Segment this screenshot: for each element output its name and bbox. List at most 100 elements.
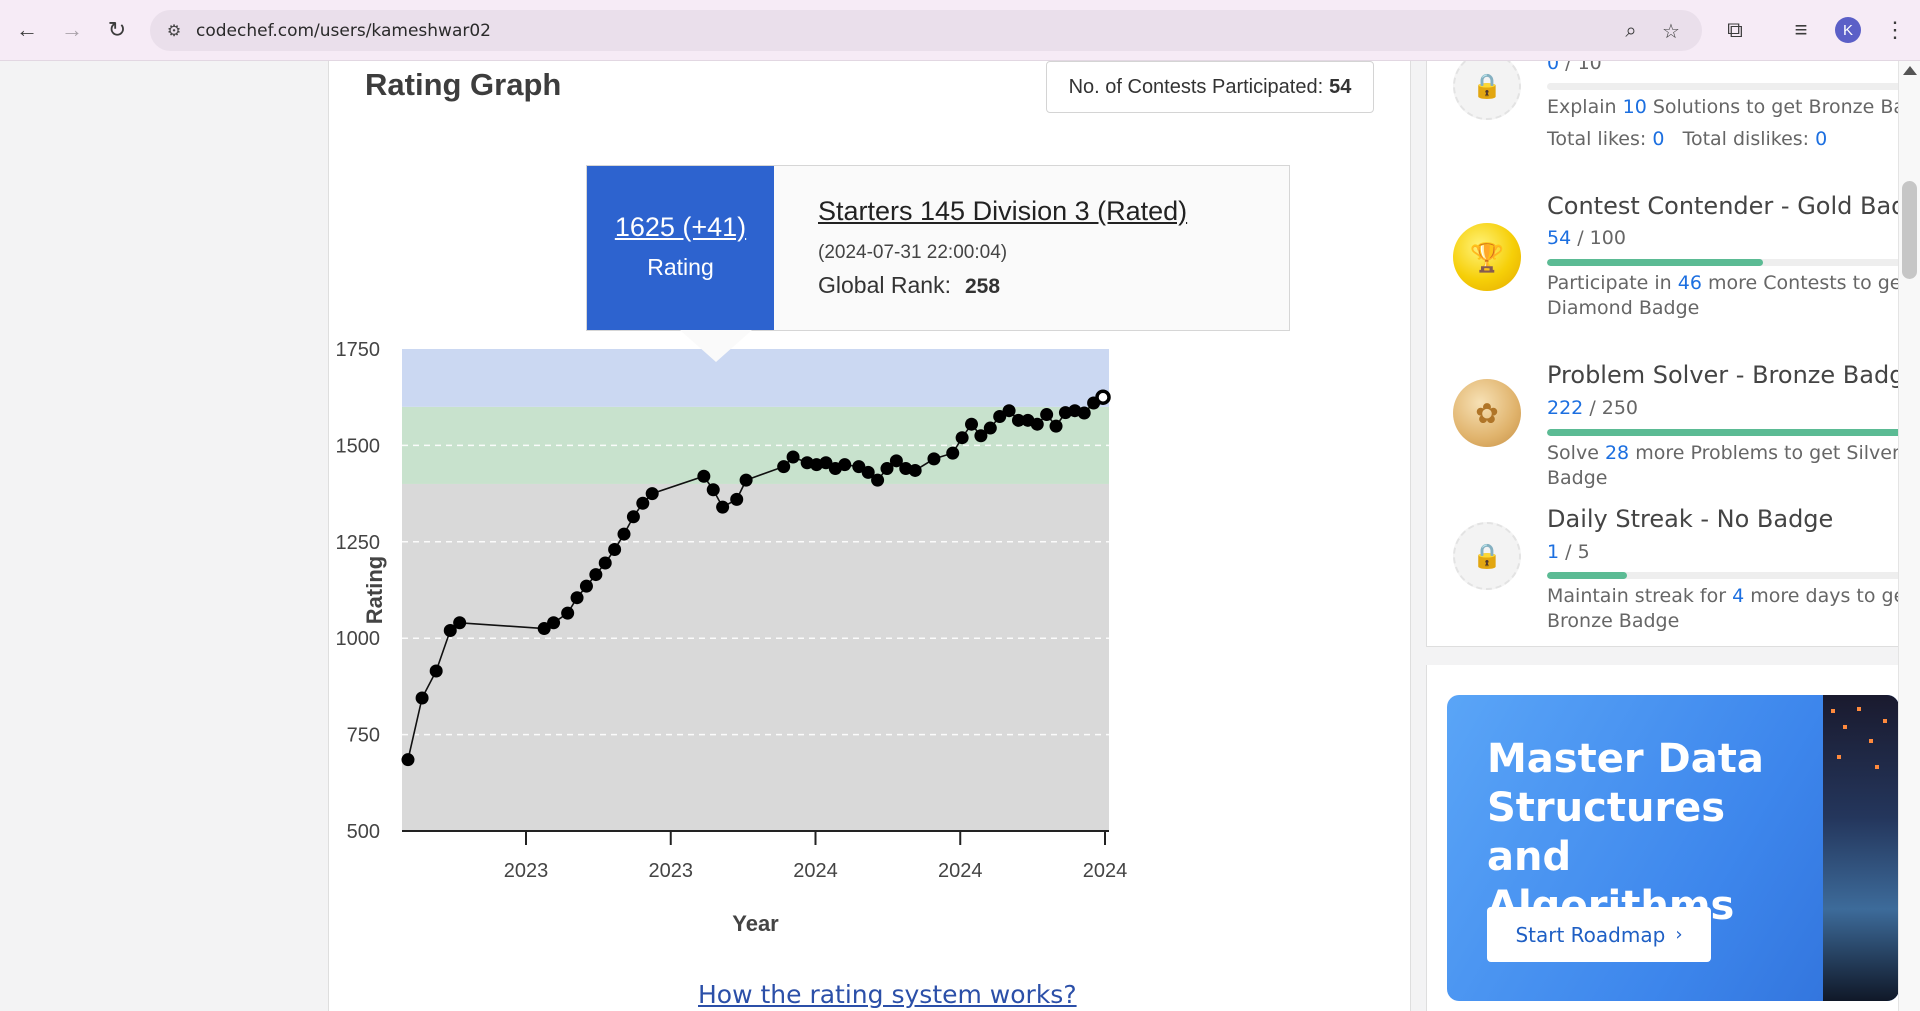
y-tick-label: 500: [347, 821, 380, 843]
rating-point: [570, 591, 584, 605]
badge-description: Explain 10 Solutions to get Bronze Badge: [1547, 96, 1920, 118]
y-tick-label: 1250: [336, 532, 381, 554]
badge-description: Maintain streak for 4 more days to get B…: [1547, 585, 1913, 632]
badge-progress-bar: [1547, 259, 1920, 266]
y-axis-label: Rating: [362, 556, 387, 624]
rating-point: [645, 487, 659, 501]
tooltip-global-rank: Global Rank: 258: [818, 272, 1000, 299]
badge-progress-bar: [1547, 83, 1920, 90]
rating-point: [617, 527, 631, 541]
rating-point: [946, 446, 960, 460]
browser-toolbar: ← → ↻ ⚙ codechef.com/users/kameshwar02 ⌕…: [0, 0, 1920, 61]
rating-point: [706, 483, 720, 497]
forward-arrow-icon[interactable]: →: [57, 15, 87, 45]
rating-point: [401, 753, 415, 767]
badge-progress-bar: [1547, 429, 1920, 436]
y-tick-label: 1500: [336, 435, 381, 457]
rating-point: [1002, 404, 1016, 418]
profile-avatar[interactable]: K: [1835, 17, 1861, 43]
gold-trophy-icon: 🏆: [1453, 223, 1521, 291]
y-tick-label: 1000: [336, 628, 381, 650]
rating-point: [716, 500, 730, 514]
badge-progress-fill: [1547, 429, 1903, 436]
badge-progress: 1 / 5: [1547, 541, 1590, 563]
x-axis-label: Year: [732, 911, 779, 936]
kebab-menu-icon[interactable]: ⋮: [1880, 15, 1910, 45]
lock-icon: 🔒: [1453, 61, 1521, 120]
x-tick-label: 2023: [649, 860, 694, 882]
start-roadmap-button[interactable]: Start Roadmap ›: [1487, 907, 1711, 962]
selected-rating-point: [1095, 389, 1111, 405]
rating-point: [838, 458, 852, 472]
badge-title: Daily Streak - No Badge: [1547, 505, 1834, 533]
rating-point: [626, 510, 640, 524]
x-tick-label: 2024: [938, 860, 983, 882]
rating-point: [955, 431, 969, 445]
x-tick-label: 2024: [1083, 860, 1128, 882]
badge-progress-fill: [1547, 259, 1763, 266]
scroll-up-arrow-icon[interactable]: [1903, 66, 1917, 75]
tooltip-datetime: (2024-07-31 22:00:04): [818, 242, 1008, 263]
likes-summary: Total likes: 0 Total dislikes: 0: [1547, 128, 1828, 150]
badge-progress-fill: [1547, 572, 1627, 579]
badge-progress: 222 / 250: [1547, 397, 1639, 419]
rating-point: [608, 543, 622, 557]
rating-system-link[interactable]: How the rating system works?: [698, 980, 1077, 1009]
media-queue-icon[interactable]: ≡: [1786, 15, 1816, 45]
rating-point: [453, 616, 467, 630]
rating-point: [739, 473, 753, 487]
rating-point: [1049, 419, 1063, 433]
star-icon[interactable]: ☆: [1658, 18, 1684, 44]
back-arrow-icon[interactable]: ←: [12, 15, 42, 45]
rating-point: [730, 492, 744, 506]
rating-band-0: [402, 483, 1109, 831]
rating-graph-card: Rating Graph No. of Contests Participate…: [328, 61, 1411, 1011]
rating-point: [697, 469, 711, 483]
start-roadmap-label: Start Roadmap: [1515, 922, 1666, 947]
badge-progress: 0 / 10: [1547, 61, 1602, 74]
promo-banner[interactable]: Master Data Structures and Algorithms St…: [1447, 695, 1899, 1001]
puzzle-icon[interactable]: ⧉: [1720, 15, 1750, 45]
rating-point: [871, 473, 885, 487]
scrollbar-thumb[interactable]: [1902, 181, 1917, 279]
rating-point: [579, 579, 593, 593]
rating-point: [415, 691, 429, 705]
address-bar[interactable]: ⚙ codechef.com/users/kameshwar02 ⌕ ☆: [150, 10, 1702, 51]
rating-point: [777, 460, 791, 474]
rating-point: [927, 452, 941, 466]
rating-point: [908, 463, 922, 477]
badge-title: Problem Solver - Bronze Badge: [1547, 361, 1920, 389]
tooltip-rating[interactable]: 1625 (+41): [587, 212, 774, 243]
lock-icon: 🔒: [1453, 522, 1521, 590]
badge-title: Contest Contender - Gold Badge: [1547, 192, 1920, 220]
rating-point: [965, 417, 979, 431]
page-scrollbar[interactable]: [1898, 61, 1920, 1011]
rating-point: [547, 616, 561, 630]
tooltip-contest-link[interactable]: Starters 145 Division 3 (Rated): [818, 196, 1187, 227]
chevron-right-icon: ›: [1675, 924, 1683, 945]
y-tick-label: 1750: [336, 339, 381, 361]
tooltip-rating-label: Rating: [647, 254, 714, 280]
promo-card: Master Data Structures and Algorithms St…: [1426, 665, 1899, 1011]
rating-point: [786, 450, 800, 464]
x-tick-label: 2023: [504, 860, 549, 882]
contest-tooltip: 1625 (+41) Rating Starters 145 Division …: [586, 165, 1290, 331]
rating-point: [561, 606, 575, 620]
badges-card: 🔒 0 / 10 Explain 10 Solutions to get Bro…: [1426, 61, 1920, 647]
reload-icon[interactable]: ↻: [102, 15, 132, 45]
url-text[interactable]: codechef.com/users/kameshwar02: [196, 21, 491, 41]
y-tick-label: 750: [347, 725, 380, 747]
tune-icon[interactable]: ⚙: [162, 19, 186, 43]
rating-point: [589, 568, 603, 582]
rating-band-2: [402, 349, 1109, 407]
x-tick-label: 2024: [793, 860, 838, 882]
zoom-icon[interactable]: ⌕: [1618, 18, 1644, 44]
promo-image: [1823, 695, 1899, 1001]
badge-description: Participate in 46 more Contests to get D…: [1547, 272, 1909, 319]
rating-point: [1030, 417, 1044, 431]
badge-progress-bar: [1547, 572, 1920, 579]
rating-point: [636, 496, 650, 510]
rank-value: 258: [964, 275, 1001, 298]
rank-label: Global Rank:: [818, 272, 951, 298]
rating-point: [1040, 408, 1054, 422]
